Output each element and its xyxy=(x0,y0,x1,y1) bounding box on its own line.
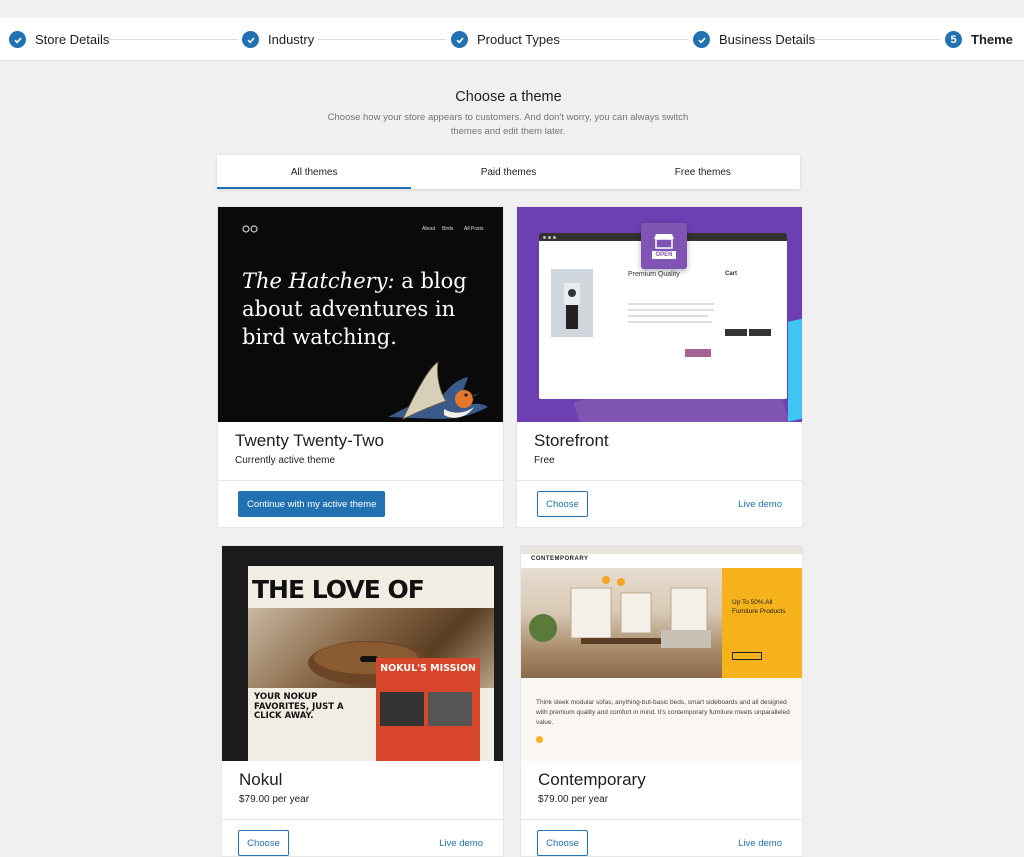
thumb-nav-item: Birds xyxy=(442,226,454,232)
card-divider xyxy=(218,480,503,481)
thumb-subheadline: YOUR NOKUP FAVORITES, JUST A CLICK AWAY. xyxy=(254,692,344,721)
choose-button[interactable]: Choose xyxy=(537,830,588,856)
theme-name: Nokul xyxy=(239,770,283,789)
theme-card-nokul: THE LOVE OF BREAD YOUR NOKUP FAVORITES, … xyxy=(221,545,504,857)
theme-name: Storefront xyxy=(534,431,609,450)
theme-thumbnail[interactable]: Premium Quality Cart OPEN xyxy=(517,207,802,422)
open-badge: OPEN xyxy=(652,251,676,259)
bird-illustration-icon xyxy=(388,361,488,420)
tab-paid-themes[interactable]: Paid themes xyxy=(411,155,605,189)
theme-card-storefront: Premium Quality Cart OPEN Storefront Fre… xyxy=(516,206,803,528)
theme-name: Twenty Twenty-Two xyxy=(235,431,384,450)
page-title: Choose a theme xyxy=(455,89,562,105)
step-number: 5 xyxy=(945,31,962,48)
storefront-store-icon: OPEN xyxy=(641,223,687,269)
step-connector xyxy=(318,39,446,40)
checkmark-icon xyxy=(693,31,710,48)
checkmark-icon xyxy=(451,31,468,48)
theme-price: $79.00 per year xyxy=(538,794,609,805)
step-connector xyxy=(560,39,688,40)
step-theme[interactable]: 5 Theme xyxy=(945,18,1013,61)
step-label: Industry xyxy=(268,32,315,47)
step-label: Store Details xyxy=(35,32,110,47)
top-gap xyxy=(0,0,1024,18)
theme-name: Contemporary xyxy=(538,770,646,789)
dot-icon xyxy=(536,736,543,743)
theme-price: $79.00 per year xyxy=(239,794,310,805)
room-image xyxy=(521,568,722,678)
choose-button[interactable]: Choose xyxy=(537,491,588,517)
promo-title: Up To 50% All Furniture Products xyxy=(732,599,786,615)
thumb-description: Think sleek modular sofas, anything-but-… xyxy=(536,699,790,726)
tab-free-themes[interactable]: Free themes xyxy=(606,155,800,189)
step-store-details[interactable]: Store Details xyxy=(9,18,109,61)
live-demo-link[interactable]: Live demo xyxy=(738,838,782,849)
card-divider xyxy=(521,819,802,820)
thumb-nav-item: About xyxy=(422,226,436,232)
step-label: Business Details xyxy=(719,32,816,47)
thumb-headline: The Hatchery: a blog about adventures in… xyxy=(242,267,492,351)
mission-panel: NOKUL'S MISSION xyxy=(376,658,480,761)
card-divider xyxy=(517,480,802,481)
theme-card-contemporary: CONTEMPORARY Up To 50% All Furniture Pro… xyxy=(520,545,803,857)
live-demo-link[interactable]: Live demo xyxy=(738,499,782,510)
checkmark-icon xyxy=(9,31,26,48)
theme-price: Free xyxy=(534,455,555,466)
product-image xyxy=(551,269,593,337)
continue-active-theme-button[interactable]: Continue with my active theme xyxy=(238,491,386,517)
thumb-headline-italic: The Hatchery: xyxy=(242,269,395,293)
step-connector xyxy=(812,39,940,40)
choose-button[interactable]: Choose xyxy=(238,830,289,856)
live-demo-link[interactable]: Live demo xyxy=(439,838,483,849)
theme-thumbnail[interactable]: CONTEMPORARY Up To 50% All Furniture Pro… xyxy=(521,546,802,761)
cart-title: Cart xyxy=(725,271,738,277)
thumb-nav-item: All Posts xyxy=(464,226,484,232)
theme-thumbnail[interactable]: THE LOVE OF BREAD YOUR NOKUP FAVORITES, … xyxy=(222,546,503,761)
decorative-shape xyxy=(788,316,802,422)
theme-card-twenty-twenty-two: About Birds All Posts The Hatchery: a bl… xyxy=(217,206,504,528)
step-product-types[interactable]: Product Types xyxy=(451,18,560,61)
step-industry[interactable]: Industry xyxy=(242,18,314,61)
page-subtitle: Choose how your store appears to custome… xyxy=(327,112,689,137)
tab-all-themes[interactable]: All themes xyxy=(217,155,412,189)
step-connector xyxy=(108,39,238,40)
checkmark-icon xyxy=(242,31,259,48)
step-label: Theme xyxy=(971,32,1013,47)
promo-panel: Up To 50% All Furniture Products xyxy=(722,568,802,678)
step-label: Product Types xyxy=(477,32,560,47)
mission-title: NOKUL'S MISSION xyxy=(380,663,476,674)
theme-thumbnail[interactable]: About Birds All Posts The Hatchery: a bl… xyxy=(218,207,503,422)
setup-stepper: Store Details Industry Product Types Bus… xyxy=(0,18,1024,61)
product-title: Premium Quality xyxy=(628,271,680,278)
site-logo: CONTEMPORARY xyxy=(531,556,589,562)
promo-topbar xyxy=(521,546,802,554)
theme-filter-tabs: All themes Paid themes Free themes xyxy=(217,155,800,189)
card-divider xyxy=(222,819,503,820)
theme-status: Currently active theme xyxy=(235,455,336,466)
hatchery-logo-icon xyxy=(242,225,258,233)
step-business-details[interactable]: Business Details xyxy=(693,18,815,61)
